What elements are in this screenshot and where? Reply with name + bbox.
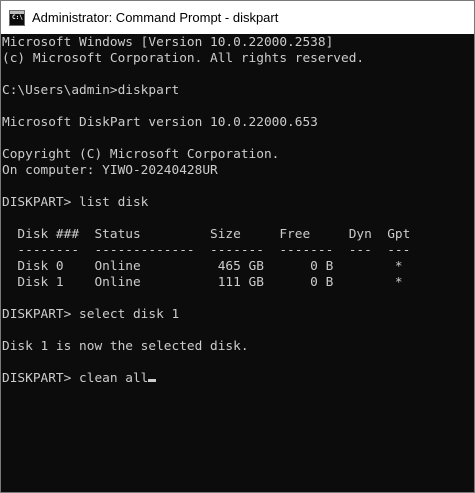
console-line: Microsoft Windows [Version 10.0.22000.25…	[2, 35, 334, 50]
console-output[interactable]: Microsoft Windows [Version 10.0.22000.25…	[2, 35, 474, 492]
console-line: DISKPART> select disk 1	[2, 307, 180, 322]
console-line: Disk 1 is now the selected disk.	[2, 339, 249, 354]
console-line: Disk 0 Online 465 GB 0 B *	[2, 259, 403, 274]
command-prompt-window: C:\ Administrator: Command Prompt - disk…	[0, 0, 475, 493]
text-cursor	[148, 379, 157, 382]
console-line: Disk ### Status Size Free Dyn Gpt	[2, 227, 411, 242]
console-line: DISKPART> clean all	[2, 371, 474, 387]
cmd-icon: C:\	[9, 9, 25, 26]
console-line: On computer: YIWO-20240428UR	[2, 163, 218, 178]
console-line: (c) Microsoft Corporation. All rights re…	[2, 51, 365, 66]
window-title: Administrator: Command Prompt - diskpart	[32, 10, 279, 25]
cmd-icon-glyph: C:\	[12, 13, 23, 21]
console-line: -------- ------------- ------- ------- -…	[2, 243, 411, 258]
title-bar[interactable]: C:\ Administrator: Command Prompt - disk…	[1, 1, 474, 34]
console-line: Disk 1 Online 111 GB 0 B *	[2, 275, 403, 290]
console-line: Microsoft DiskPart version 10.0.22000.65…	[2, 115, 318, 130]
console-line: DISKPART> list disk	[2, 195, 149, 210]
console-line: Copyright (C) Microsoft Corporation.	[2, 147, 280, 162]
console-line: C:\Users\admin>diskpart	[2, 83, 180, 98]
